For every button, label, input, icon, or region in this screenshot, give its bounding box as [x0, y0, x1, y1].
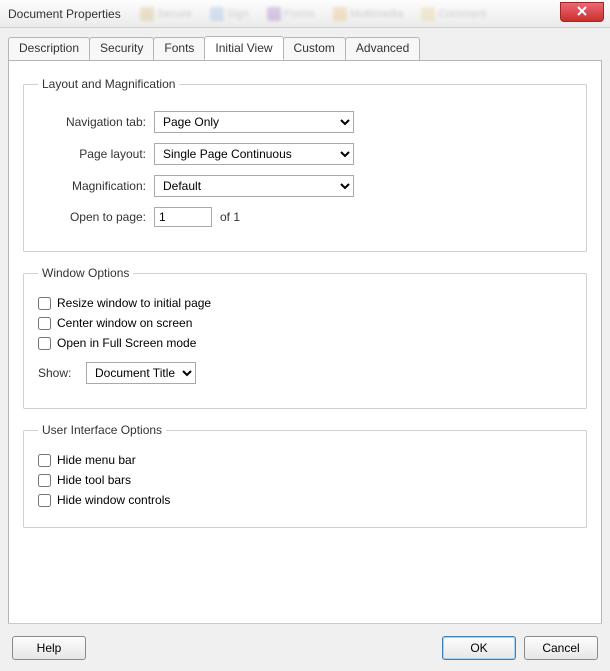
- label-page-layout: Page layout:: [38, 147, 146, 161]
- group-window-options: Window Options Resize window to initial …: [23, 266, 587, 409]
- group-layout-magnification: Layout and Magnification Navigation tab:…: [23, 77, 587, 252]
- combo-show[interactable]: Document Title: [86, 362, 196, 384]
- label-fullscreen: Open in Full Screen mode: [57, 336, 196, 350]
- combo-magnification[interactable]: Default: [154, 175, 354, 197]
- label-open-to-page: Open to page:: [38, 210, 146, 224]
- input-open-to-page[interactable]: [154, 207, 212, 227]
- title-bar: Document Properties Secure Sign Forms Mu…: [0, 0, 610, 28]
- checkbox-hide-toolbars[interactable]: [38, 474, 51, 487]
- tab-panel: Layout and Magnification Navigation tab:…: [8, 60, 602, 632]
- tab-description[interactable]: Description: [8, 37, 90, 61]
- label-page-count: of 1: [220, 210, 240, 224]
- label-resize-window: Resize window to initial page: [57, 296, 211, 310]
- ok-button[interactable]: OK: [442, 636, 516, 660]
- checkbox-hide-window-controls[interactable]: [38, 494, 51, 507]
- label-hide-menu: Hide menu bar: [57, 453, 136, 467]
- dialog-button-bar: Help OK Cancel: [8, 623, 602, 663]
- group-legend-window: Window Options: [38, 266, 133, 280]
- tab-fonts[interactable]: Fonts: [153, 37, 205, 61]
- help-button[interactable]: Help: [12, 636, 86, 660]
- combo-page-layout[interactable]: Single Page Continuous: [154, 143, 354, 165]
- checkbox-center-window[interactable]: [38, 317, 51, 330]
- checkbox-fullscreen[interactable]: [38, 337, 51, 350]
- group-legend-layout: Layout and Magnification: [38, 77, 179, 91]
- label-show: Show:: [38, 366, 78, 380]
- window-title: Document Properties: [8, 7, 121, 21]
- label-center-window: Center window on screen: [57, 316, 192, 330]
- tab-custom[interactable]: Custom: [283, 37, 346, 61]
- label-magnification: Magnification:: [38, 179, 146, 193]
- background-blur: Secure Sign Forms Multimedia Comment: [140, 4, 486, 24]
- label-hide-window-controls: Hide window controls: [57, 493, 170, 507]
- checkbox-hide-menu[interactable]: [38, 454, 51, 467]
- tab-security[interactable]: Security: [89, 37, 154, 61]
- cancel-button[interactable]: Cancel: [524, 636, 598, 660]
- label-navigation-tab: Navigation tab:: [38, 115, 146, 129]
- tab-strip: Description Security Fonts Initial View …: [8, 36, 602, 60]
- combo-navigation-tab[interactable]: Page Only: [154, 111, 354, 133]
- checkbox-resize-window[interactable]: [38, 297, 51, 310]
- tab-advanced[interactable]: Advanced: [345, 37, 420, 61]
- group-ui-options: User Interface Options Hide menu bar Hid…: [23, 423, 587, 528]
- tab-initial-view[interactable]: Initial View: [204, 36, 283, 60]
- close-button[interactable]: [560, 2, 604, 22]
- label-hide-toolbars: Hide tool bars: [57, 473, 131, 487]
- group-legend-ui: User Interface Options: [38, 423, 166, 437]
